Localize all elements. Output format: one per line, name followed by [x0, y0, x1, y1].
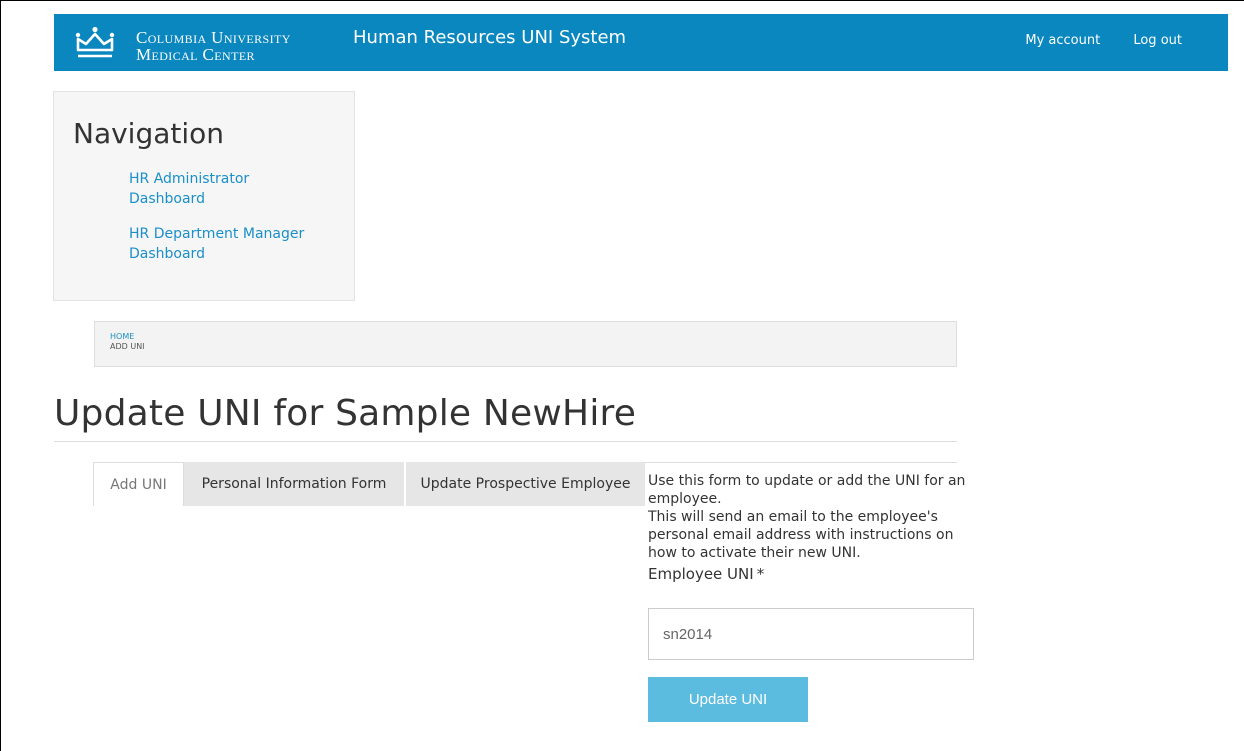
- brand-line-1: Columbia University: [136, 28, 291, 47]
- breadcrumb-home-link[interactable]: HOME: [110, 332, 956, 342]
- add-uni-form: Use this form to update or add the UNI f…: [648, 472, 968, 583]
- tab-personal-information-form[interactable]: Personal Information Form: [184, 462, 406, 506]
- navigation-block: Navigation HR Administrator Dashboard HR…: [53, 91, 355, 301]
- brand-name[interactable]: Columbia University Medical Center: [136, 29, 291, 63]
- required-marker: *: [756, 565, 765, 583]
- breadcrumb: HOME ADD UNI: [94, 321, 957, 367]
- nav-item-hr-admin: HR Administrator Dashboard: [129, 169, 329, 209]
- user-menu: My account Log out: [996, 33, 1182, 48]
- brand-line-2: Medical Center: [136, 45, 255, 64]
- breadcrumb-current: ADD UNI: [110, 342, 145, 351]
- title-divider: [54, 441, 957, 442]
- hr-administrator-dashboard-link[interactable]: HR Administrator Dashboard: [129, 171, 249, 207]
- tab-add-uni[interactable]: Add UNI: [93, 462, 184, 506]
- form-description-line-1: Use this form to update or add the UNI f…: [648, 473, 966, 507]
- tab-update-prospective-employee[interactable]: Update Prospective Employee: [406, 462, 645, 506]
- hr-department-manager-dashboard-link[interactable]: HR Department Manager Dashboard: [129, 226, 304, 262]
- form-description: Use this form to update or add the UNI f…: [648, 472, 968, 562]
- employee-uni-label: Employee UNI *: [648, 565, 968, 583]
- navigation-list: HR Administrator Dashboard HR Department…: [129, 169, 329, 279]
- system-title: Human Resources UNI System: [353, 27, 627, 48]
- log-out-link[interactable]: Log out: [1133, 33, 1182, 48]
- my-account-link[interactable]: My account: [1025, 33, 1100, 48]
- header-bar: Columbia University Medical Center Human…: [54, 14, 1228, 71]
- employee-uni-label-text: Employee UNI: [648, 565, 754, 583]
- crown-icon[interactable]: [75, 25, 115, 61]
- navigation-title: Navigation: [73, 117, 225, 150]
- nav-item-hr-dept-manager: HR Department Manager Dashboard: [129, 224, 329, 264]
- update-uni-button[interactable]: Update UNI: [648, 677, 808, 722]
- form-tabs: Add UNI Personal Information Form Update…: [93, 462, 645, 506]
- form-description-line-2: This will send an email to the employee'…: [648, 509, 954, 561]
- employee-uni-input[interactable]: [648, 608, 974, 660]
- tabs-divider: [645, 462, 957, 463]
- page-title: Update UNI for Sample NewHire: [54, 393, 637, 434]
